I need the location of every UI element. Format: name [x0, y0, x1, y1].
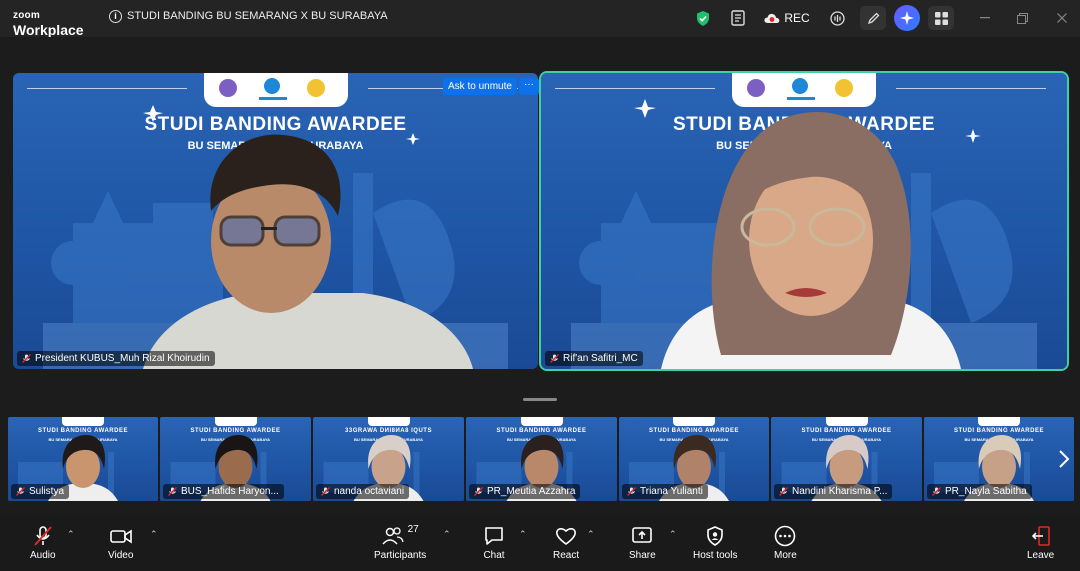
participant-tile[interactable]: STUDI BANDING AWARDEE BU SEMARANG BU SUR… [160, 417, 311, 501]
participants-label: Participants [374, 550, 427, 561]
notes-icon[interactable] [727, 6, 749, 30]
participant-name: BUS_Hafids Haryon... [181, 486, 279, 497]
restore-icon[interactable] [1013, 6, 1031, 30]
close-icon[interactable] [1053, 6, 1071, 30]
audio-wave-icon[interactable] [826, 6, 848, 30]
participant-nameplate: nanda octaviani [316, 484, 410, 499]
participant-nameplate: PR_Meutia Azzahra [469, 484, 581, 499]
app-logo: zoom Workplace [13, 6, 84, 38]
sponsor-logos [203, 73, 348, 107]
participant-nameplate: Sulistya [11, 484, 70, 499]
participants-icon [381, 527, 404, 545]
leave-button[interactable]: Leave [1027, 525, 1054, 561]
chat-options-chevron-icon[interactable]: ⌃ [519, 529, 527, 540]
share-options-chevron-icon[interactable]: ⌃ [669, 529, 677, 540]
logo-top-text: zoom [13, 10, 40, 21]
muted-mic-icon [321, 487, 330, 496]
muted-mic-icon [168, 487, 177, 496]
apps-grid-icon[interactable] [928, 6, 954, 30]
heart-icon [556, 528, 577, 545]
audio-button[interactable]: Audio [30, 525, 56, 561]
more-dots-icon [775, 525, 796, 547]
participant-name: President KUBUS_Muh Rizal Khoirudin [35, 353, 210, 364]
participant-nameplate: Triana Yulianti [622, 484, 708, 499]
participant-video-2 [661, 112, 961, 369]
more-button[interactable]: More [774, 525, 797, 561]
participant-name: nanda octaviani [334, 486, 405, 497]
meeting-toolbar: Audio ⌃ Video ⌃ 27 Participants ⌃ Chat ⌃… [0, 515, 1080, 571]
participant-nameplate: Rif'an Safitri_MC [545, 351, 643, 366]
muted-mic-icon [932, 487, 941, 496]
participant-tile[interactable]: STUDI BANDING AWARDEE BU SEMARANG BU SUR… [466, 417, 617, 501]
react-button[interactable]: React [553, 525, 579, 561]
cloud-record-icon [764, 13, 780, 23]
share-screen-icon [632, 527, 653, 543]
participant-tile[interactable]: STUDI BANDING AWARDEE BU SEMARANG BU SUR… [8, 417, 158, 501]
participants-count: 27 [407, 524, 419, 535]
rec-label: REC [784, 11, 810, 25]
react-label: React [553, 550, 580, 561]
react-options-chevron-icon[interactable]: ⌃ [587, 529, 595, 540]
leave-door-icon [1031, 526, 1050, 546]
video-tile-main-1[interactable]: STUDI BANDING AWARDEE BU SEMARANG X BU S… [13, 73, 538, 369]
participant-nameplate: Nandini Kharisma P... [774, 484, 893, 499]
leave-label: Leave [1027, 550, 1055, 561]
meeting-title: STUDI BANDING BU SEMARANG X BU SURABAYA [127, 10, 388, 22]
muted-mic-icon [779, 487, 788, 496]
panel-resize-handle[interactable] [523, 398, 557, 401]
video-tile-main-2[interactable]: STUDI BANDING AWARDEE BU SEMARANG X BU S… [539, 71, 1069, 371]
muted-mic-icon [627, 487, 636, 496]
participant-nameplate: PR_Nayla Sabitha [927, 484, 1032, 499]
participant-name: Nandini Kharisma P... [792, 486, 888, 497]
muted-mic-icon [16, 487, 25, 496]
muted-mic-icon [474, 487, 483, 496]
share-label: Share [629, 550, 656, 561]
participants-options-chevron-icon[interactable]: ⌃ [443, 529, 451, 540]
participant-name: PR_Meutia Azzahra [487, 486, 576, 497]
participant-name: PR_Nayla Sabitha [945, 486, 1027, 497]
security-shield-icon[interactable] [693, 6, 713, 30]
video-label: Video [108, 550, 134, 561]
ask-to-unmute-button[interactable]: Ask to unmute [443, 78, 517, 95]
recording-indicator[interactable]: REC [764, 6, 810, 30]
participant-nameplate: President KUBUS_Muh Rizal Khoirudin [17, 351, 215, 366]
audio-options-chevron-icon[interactable]: ⌃ [67, 529, 75, 540]
participant-tile[interactable]: STUDI BANDING AWARDEE BU SEMARANG BU SUR… [924, 417, 1074, 501]
minimize-icon[interactable] [976, 6, 994, 30]
sponsor-logos [732, 73, 876, 107]
share-button[interactable]: Share [629, 525, 656, 561]
participant-tile[interactable]: 33GRAWA DИI8ИA8 IQUTS BU SEMARANG BU SUR… [313, 417, 464, 501]
host-shield-icon [707, 526, 724, 546]
participant-name: Triana Yulianti [640, 486, 703, 497]
video-button[interactable]: Video [108, 525, 133, 561]
chat-bubble-icon [485, 527, 503, 545]
participant-name: Sulistya [29, 486, 65, 497]
muted-mic-icon [550, 354, 559, 363]
title-bar: zoom Workplace i STUDI BANDING BU SEMARA… [0, 0, 1080, 37]
participant-tile[interactable]: STUDI BANDING AWARDEE BU SEMARANG BU SUR… [771, 417, 922, 501]
tile-more-options-button[interactable]: ··· [519, 78, 539, 95]
participant-name: Rif'an Safitri_MC [563, 353, 638, 364]
camera-icon [109, 529, 132, 544]
logo-bottom-text: Workplace [13, 22, 84, 38]
participant-video-1 [143, 134, 473, 369]
participant-tile[interactable]: STUDI BANDING AWARDEE BU SEMARANG BU SUR… [619, 417, 769, 501]
video-options-chevron-icon[interactable]: ⌃ [150, 529, 158, 540]
info-icon[interactable]: i [109, 10, 122, 23]
participants-button[interactable]: 27 Participants [374, 524, 427, 561]
muted-microphone-icon [34, 526, 52, 546]
muted-mic-icon [22, 354, 31, 363]
host-tools-button[interactable]: Host tools [693, 525, 737, 561]
audio-label: Audio [30, 550, 56, 561]
more-label: More [774, 550, 797, 561]
host-tools-label: Host tools [693, 550, 738, 561]
annotate-pen-icon[interactable] [860, 6, 886, 30]
chat-button[interactable]: Chat [483, 525, 505, 561]
next-page-chevron-icon[interactable] [1057, 448, 1071, 470]
chat-label: Chat [483, 550, 505, 561]
ai-companion-icon[interactable] [894, 5, 920, 31]
participant-nameplate: BUS_Hafids Haryon... [163, 484, 284, 499]
